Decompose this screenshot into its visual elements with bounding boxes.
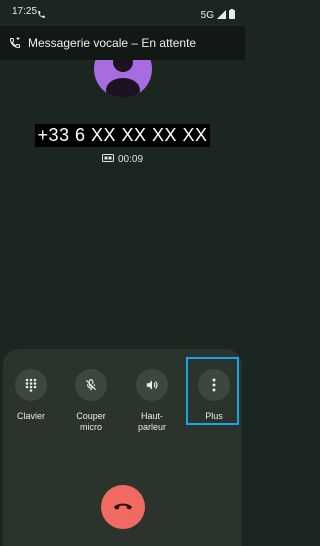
call-timer-row: 00:09 — [0, 154, 245, 165]
mic-off-icon — [75, 369, 107, 401]
mute-label-line1: Couper — [76, 411, 106, 421]
speaker-button[interactable]: Haut- parleur — [124, 369, 180, 433]
keypad-label-text: Clavier — [16, 411, 45, 421]
network-type: 5G — [200, 9, 214, 21]
call-duration: 00:09 — [117, 154, 144, 165]
signal-icon — [217, 6, 226, 24]
phone-forwarded-icon — [9, 36, 21, 54]
keypad-label: Clavier — [3, 411, 59, 422]
mute-button[interactable]: Couper micro — [63, 369, 119, 433]
speaker-label: Haut- parleur — [124, 411, 180, 433]
phone-call-status-icon — [37, 6, 46, 24]
mute-label-line2: micro — [80, 422, 102, 432]
mute-label: Couper micro — [63, 411, 119, 433]
end-call-button[interactable] — [101, 485, 145, 529]
battery-icon — [229, 6, 235, 24]
keypad-button[interactable]: Clavier — [3, 369, 59, 422]
status-bar: 17:25 5G — [0, 0, 245, 24]
speaker-icon — [136, 369, 168, 401]
call-banner[interactable]: Messagerie vocale – En attente — [0, 26, 245, 60]
status-right: 5G — [201, 6, 235, 24]
selection-highlight — [186, 357, 239, 425]
speaker-label-line2: parleur — [137, 422, 166, 432]
banner-text: Messagerie vocale – En attente — [28, 36, 197, 50]
speaker-label-line1: Haut- — [140, 411, 163, 421]
caller-number-row: +33 6 XX XX XX XX — [0, 124, 245, 147]
call-end-icon — [113, 503, 133, 510]
hd-call-icon — [101, 154, 114, 165]
keypad-icon — [15, 369, 47, 401]
status-time: 17:25 — [12, 6, 38, 17]
caller-number: +33 6 XX XX XX XX — [35, 124, 210, 147]
